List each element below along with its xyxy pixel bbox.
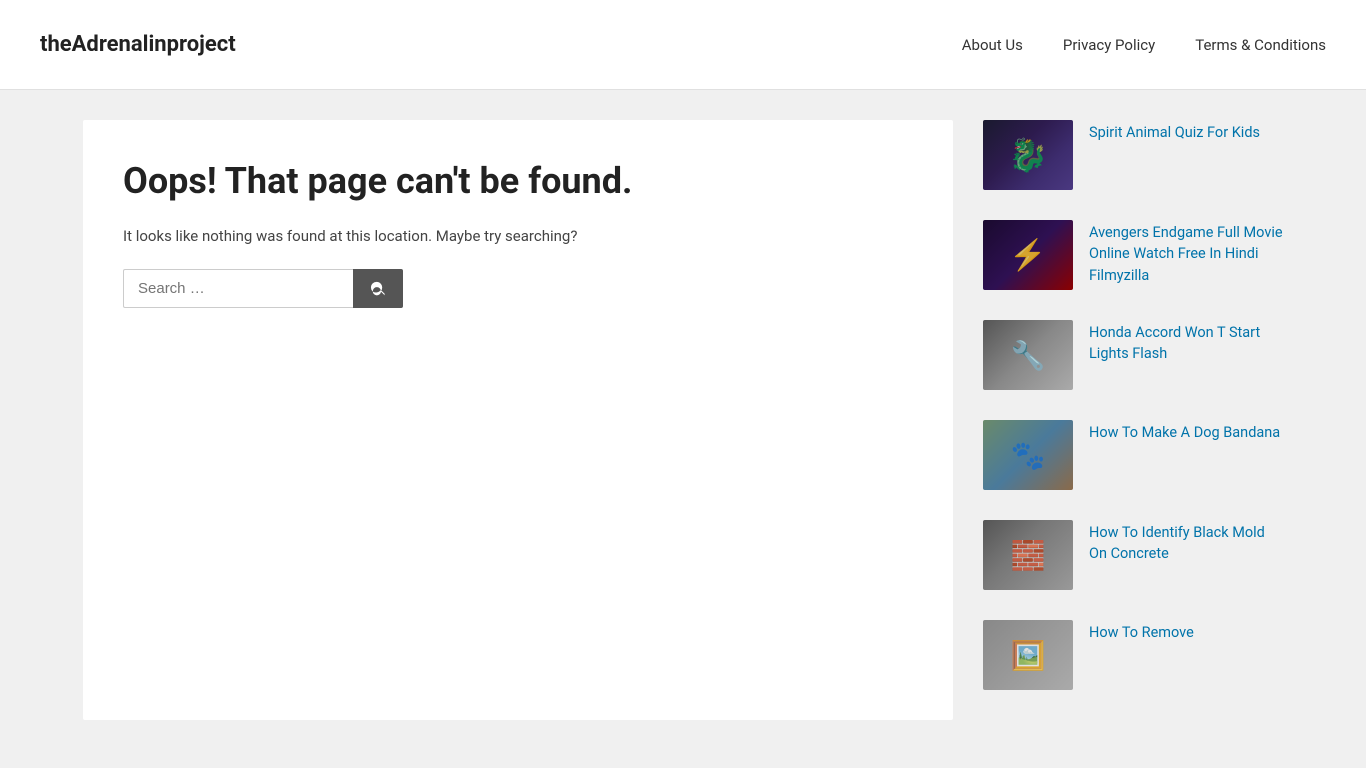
sidebar-text-avengers: Avengers Endgame Full Movie Online Watch… <box>1089 220 1283 286</box>
sidebar-link-avengers[interactable]: Avengers Endgame Full Movie Online Watch… <box>1089 224 1283 284</box>
sidebar-thumb-spirit-animal <box>983 120 1073 190</box>
sidebar-thumb-dog-bandana <box>983 420 1073 490</box>
sidebar-thumb-how-remove <box>983 620 1073 690</box>
site-header: theAdrenalinproject About Us Privacy Pol… <box>0 0 1366 90</box>
site-title[interactable]: theAdrenalinproject <box>40 32 236 57</box>
sidebar-text-black-mold: How To Identify Black Mold On Concrete <box>1089 520 1283 565</box>
sidebar-item-avengers: Avengers Endgame Full Movie Online Watch… <box>983 220 1283 290</box>
sidebar-link-spirit-animal[interactable]: Spirit Animal Quiz For Kids <box>1089 124 1260 141</box>
sidebar-link-honda[interactable]: Honda Accord Won T Start Lights Flash <box>1089 324 1260 362</box>
sidebar-thumb-honda <box>983 320 1073 390</box>
main-nav: About Us Privacy Policy Terms & Conditio… <box>962 36 1326 54</box>
nav-privacy-policy[interactable]: Privacy Policy <box>1063 36 1155 54</box>
sidebar-item-how-remove: How To Remove <box>983 620 1283 690</box>
error-title: Oops! That page can't be found. <box>123 160 913 203</box>
content-area: Oops! That page can't be found. It looks… <box>83 120 953 720</box>
sidebar-text-how-remove: How To Remove <box>1089 620 1283 643</box>
sidebar: Spirit Animal Quiz For Kids Avengers End… <box>983 120 1283 720</box>
sidebar-item-black-mold: How To Identify Black Mold On Concrete <box>983 520 1283 590</box>
search-input[interactable] <box>123 269 353 308</box>
sidebar-text-dog-bandana: How To Make A Dog Bandana <box>1089 420 1283 443</box>
nav-about-us[interactable]: About Us <box>962 36 1023 54</box>
main-wrapper: Oops! That page can't be found. It looks… <box>43 90 1323 750</box>
sidebar-link-dog-bandana[interactable]: How To Make A Dog Bandana <box>1089 424 1280 441</box>
sidebar-text-honda: Honda Accord Won T Start Lights Flash <box>1089 320 1283 365</box>
search-form <box>123 269 913 308</box>
sidebar-thumb-black-mold <box>983 520 1073 590</box>
sidebar-item-dog-bandana: How To Make A Dog Bandana <box>983 420 1283 490</box>
sidebar-link-how-remove[interactable]: How To Remove <box>1089 624 1194 641</box>
sidebar-thumb-avengers <box>983 220 1073 290</box>
sidebar-item-spirit-animal: Spirit Animal Quiz For Kids <box>983 120 1283 190</box>
nav-terms-conditions[interactable]: Terms & Conditions <box>1195 36 1326 54</box>
sidebar-link-black-mold[interactable]: How To Identify Black Mold On Concrete <box>1089 524 1265 562</box>
error-description: It looks like nothing was found at this … <box>123 227 913 245</box>
search-icon <box>369 280 387 298</box>
search-button[interactable] <box>353 269 403 308</box>
sidebar-item-honda: Honda Accord Won T Start Lights Flash <box>983 320 1283 390</box>
sidebar-text-spirit-animal: Spirit Animal Quiz For Kids <box>1089 120 1283 143</box>
